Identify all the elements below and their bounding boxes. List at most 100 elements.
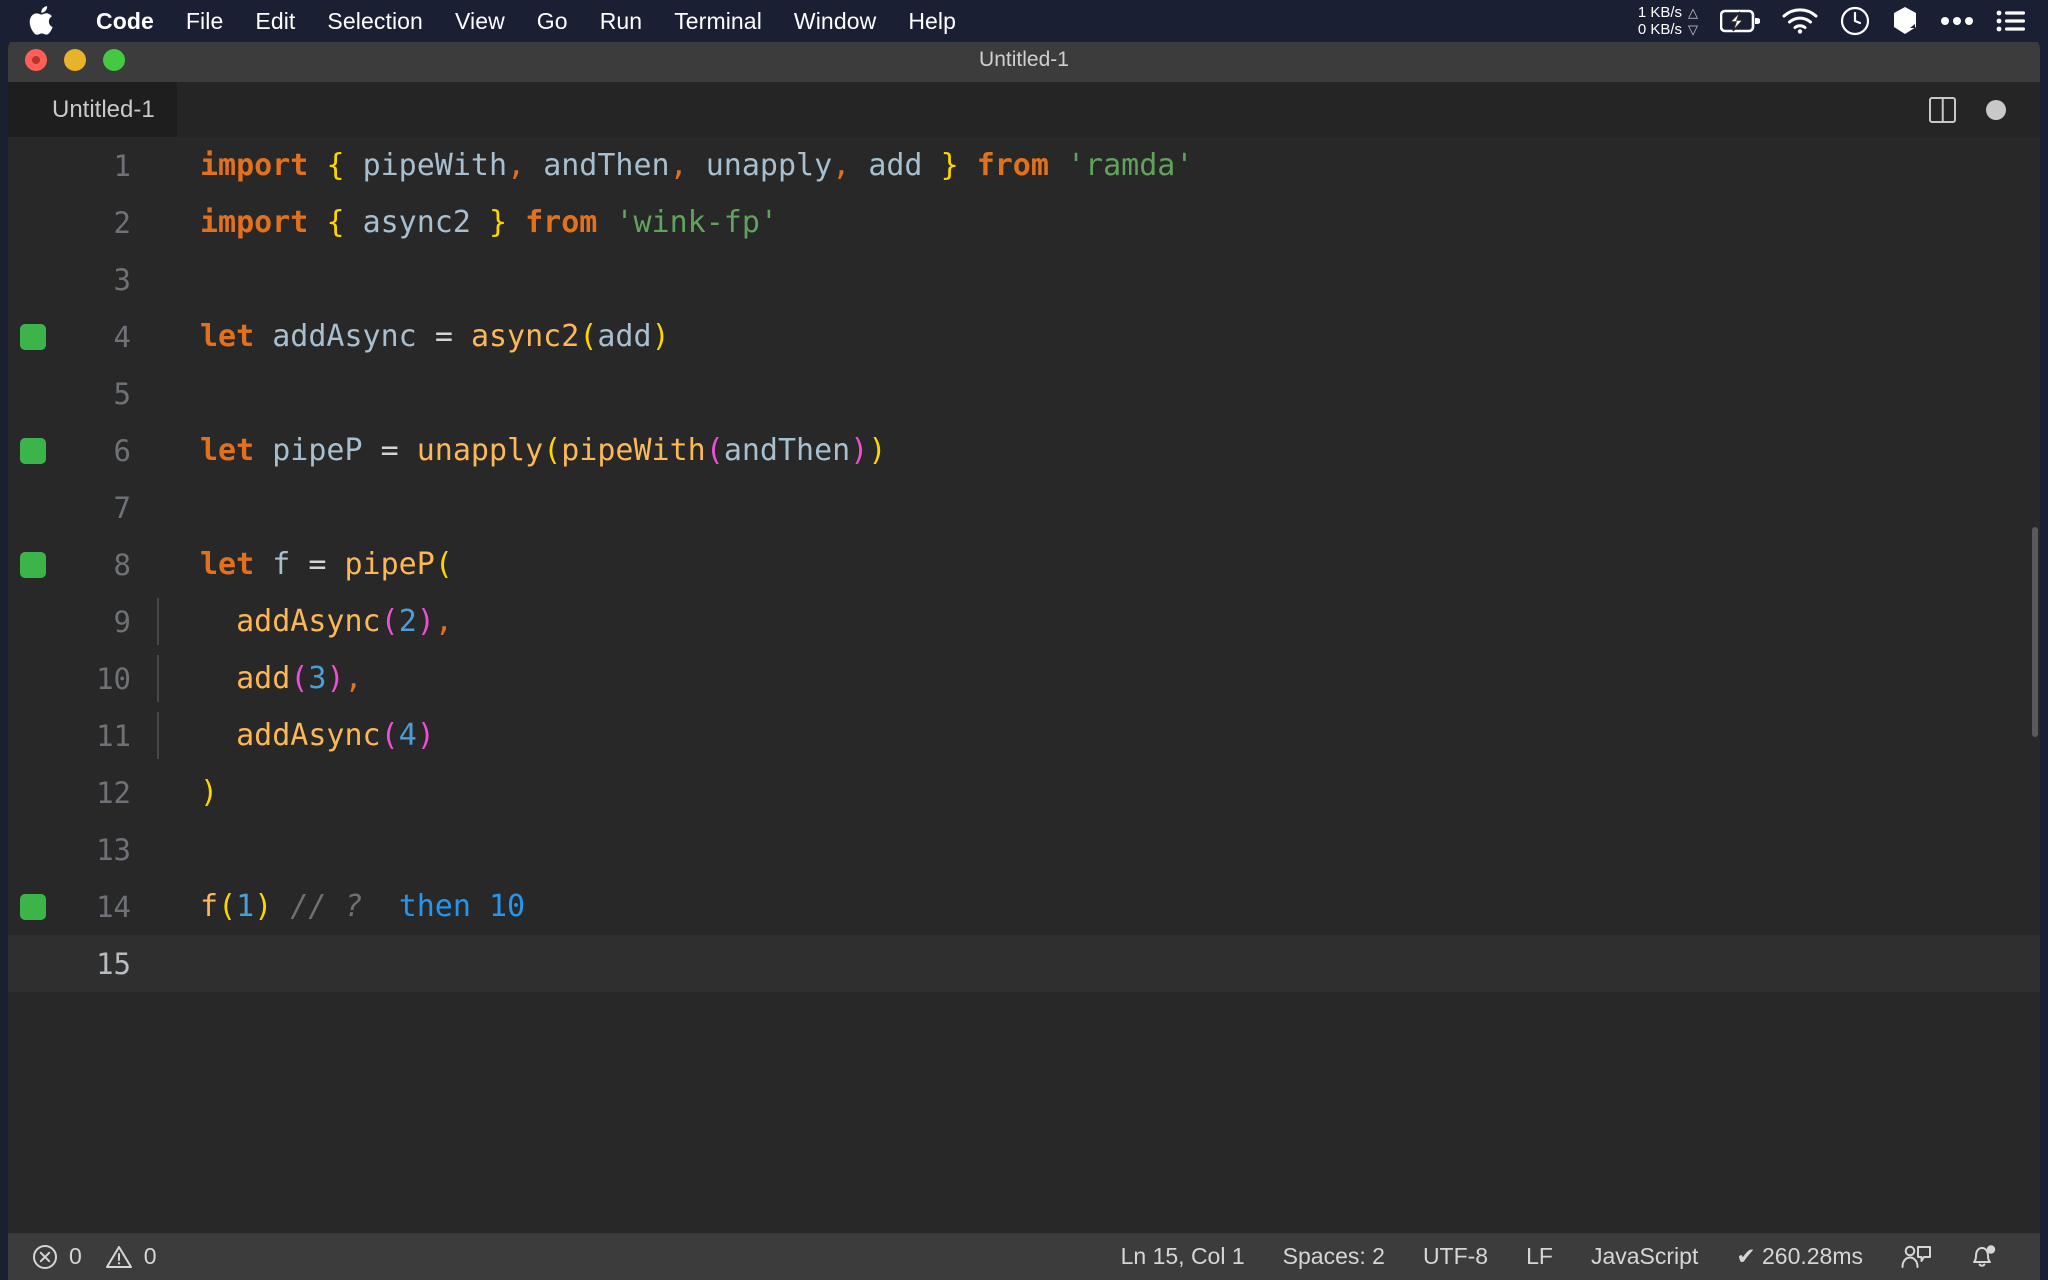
feedback-person-icon[interactable] xyxy=(1882,1243,1950,1271)
code-line[interactable]: 3 xyxy=(8,251,2040,308)
code-token: ( xyxy=(380,604,399,639)
menu-item-terminal[interactable]: Terminal xyxy=(658,0,778,42)
code-line-content[interactable]: addAsync(2), xyxy=(145,598,453,645)
code-line-content[interactable]: ) xyxy=(145,775,218,810)
close-button[interactable] xyxy=(25,48,47,71)
window-titlebar: Untitled-1 xyxy=(8,37,2040,82)
active-line-highlight xyxy=(145,935,2018,992)
line-number: 15 xyxy=(96,946,131,981)
status-bar: 0 0 Ln 15, Col 1 Spaces: 2 UTF-8 LF Java… xyxy=(8,1233,2040,1280)
editor-tab-bar: Untitled-1 xyxy=(8,82,2040,137)
menu-item-file[interactable]: File xyxy=(170,0,239,42)
code-token: f xyxy=(272,547,291,582)
code-line[interactable]: 5 xyxy=(8,365,2040,422)
code-line[interactable]: 12) xyxy=(8,764,2040,821)
menu-bar-items: Code File Edit Selection View Go Run Ter… xyxy=(0,0,972,42)
wifi-icon[interactable] xyxy=(1782,8,1818,34)
menu-item-run[interactable]: Run xyxy=(584,0,659,42)
code-line-content[interactable]: f(1) // ? then 10 xyxy=(145,889,525,924)
code-line[interactable]: 15 xyxy=(8,935,2040,992)
code-line[interactable]: 1 import { pipeWith, andThen, unapply, ad… xyxy=(8,137,2040,194)
line-number: 3 xyxy=(113,262,131,297)
line-number: 5 xyxy=(113,376,131,411)
code-line[interactable]: 2 import { async2 } from 'wink-fp' xyxy=(8,194,2040,251)
code-line[interactable]: 8 let f = pipeP( xyxy=(8,536,2040,593)
menu-item-go[interactable]: Go xyxy=(521,0,584,42)
menu-item-code[interactable]: Code xyxy=(80,0,170,42)
scrollbar-thumb[interactable] xyxy=(2032,527,2038,737)
code-line[interactable]: 14 f(1) // ? then 10 xyxy=(8,878,2040,935)
maximize-button[interactable] xyxy=(103,48,125,71)
network-speed-indicator[interactable]: 1 KB/s 0 KB/s △ ▽ xyxy=(1638,4,1698,38)
code-token: addAsync xyxy=(236,718,381,753)
code-token: ( xyxy=(705,433,724,468)
code-line-content[interactable]: import { pipeWith, andThen, unapply, add… xyxy=(145,148,1193,183)
code-line-content[interactable]: let pipeP = unapply(pipeWith(andThen)) xyxy=(145,433,886,468)
code-line[interactable]: 7 xyxy=(8,479,2040,536)
code-line-content[interactable]: addAsync(4) xyxy=(145,712,435,759)
code-line[interactable]: 11 addAsync(4) xyxy=(8,707,2040,764)
problems-indicator[interactable]: 0 0 xyxy=(26,1243,163,1270)
quokka-run-time[interactable]: ✔ 260.28ms xyxy=(1717,1243,1882,1270)
code-line-content[interactable]: let f = pipeP( xyxy=(145,547,453,582)
code-line[interactable]: 4 let addAsync = async2(add) xyxy=(8,308,2040,365)
clock-icon[interactable] xyxy=(1840,6,1870,36)
code-line-content[interactable]: add(3), xyxy=(145,655,363,702)
indent-guide xyxy=(157,598,159,645)
indentation-setting[interactable]: Spaces: 2 xyxy=(1264,1243,1404,1270)
menu-item-edit[interactable]: Edit xyxy=(239,0,311,42)
encoding-setting[interactable]: UTF-8 xyxy=(1404,1243,1507,1270)
code-token: , xyxy=(669,148,688,183)
indent-guide xyxy=(157,655,159,702)
code-token: 'ramda' xyxy=(1067,148,1194,183)
menu-item-window[interactable]: Window xyxy=(778,0,892,42)
code-line[interactable]: 13 xyxy=(8,821,2040,878)
menu-item-selection[interactable]: Selection xyxy=(311,0,439,42)
code-editor[interactable]: 1 import { pipeWith, andThen, unapply, ad… xyxy=(8,137,2040,1233)
code-token: { xyxy=(326,205,345,240)
apple-logo-icon[interactable] xyxy=(28,6,54,36)
ellipsis-icon[interactable] xyxy=(1940,15,1974,27)
menu-item-view[interactable]: View xyxy=(439,0,521,42)
split-editor-icon[interactable] xyxy=(1929,96,1956,123)
code-line-content[interactable]: import { async2 } from 'wink-fp' xyxy=(145,205,778,240)
code-token: unapply xyxy=(416,433,544,468)
code-line[interactable]: 10 add(3), xyxy=(8,650,2040,707)
tab-untitled-1[interactable]: Untitled-1 xyxy=(8,82,178,137)
language-mode[interactable]: JavaScript xyxy=(1572,1243,1717,1270)
battery-charging-icon[interactable] xyxy=(1720,8,1760,34)
code-token: 2 xyxy=(398,604,417,639)
eol-setting[interactable]: LF xyxy=(1507,1243,1572,1270)
editor-vertical-scrollbar[interactable] xyxy=(2020,137,2040,1233)
code-token: = xyxy=(434,319,453,354)
code-line[interactable]: 9 addAsync(2), xyxy=(8,593,2040,650)
code-token: ) xyxy=(868,433,887,468)
code-line[interactable]: 6 let pipeP = unapply(pipeWith(andThen)) xyxy=(8,422,2040,479)
code-line-content[interactable]: let addAsync = async2(add) xyxy=(145,319,670,354)
line-number: 10 xyxy=(96,661,131,696)
minimize-button[interactable] xyxy=(64,48,86,71)
code-token: ( xyxy=(543,433,562,468)
menu-item-help[interactable]: Help xyxy=(892,0,972,42)
bartender-icon[interactable] xyxy=(1892,6,1918,36)
code-token: ) xyxy=(416,604,435,639)
code-token: // ? xyxy=(290,889,363,924)
code-token: let xyxy=(200,319,255,354)
code-token: ) xyxy=(326,661,345,696)
control-center-icon[interactable] xyxy=(1996,9,2026,33)
cursor-position[interactable]: Ln 15, Col 1 xyxy=(1102,1243,1264,1270)
notification-bell-icon[interactable] xyxy=(1950,1243,2016,1271)
code-token: ) xyxy=(651,319,670,354)
unsaved-indicator-icon[interactable] xyxy=(1986,99,2006,120)
line-number: 2 xyxy=(113,205,131,240)
